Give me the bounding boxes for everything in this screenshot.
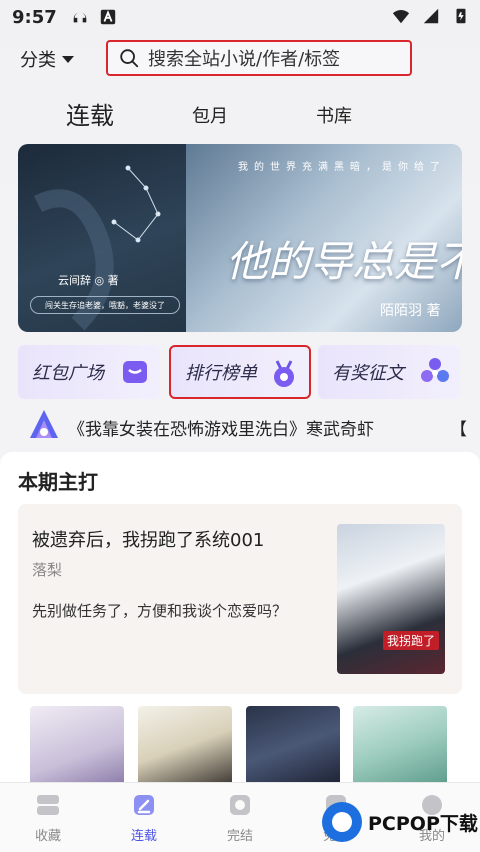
red-packet-icon	[123, 361, 147, 383]
status-right-icons	[392, 7, 470, 25]
banner-left-byline: 云间辞 ◎ 著	[58, 274, 119, 287]
book-cover[interactable]	[353, 706, 447, 786]
nav-label: 完结	[226, 829, 253, 844]
battery-icon	[456, 8, 466, 24]
ranking-medal-icon	[274, 360, 294, 387]
featured-book-author: 落梨	[32, 561, 63, 579]
ticker-next-text: 【	[450, 420, 467, 440]
nav-label: 连载	[130, 829, 157, 844]
category-label: 分类	[20, 50, 56, 71]
featured-book-title: 被遗弃后，我拐跑了系统001	[32, 530, 265, 551]
search-bar[interactable]: 搜索全站小说/作者/标签	[106, 40, 412, 76]
font-a-icon	[100, 9, 115, 25]
cover-badge: 我拐跑了	[382, 631, 439, 650]
category-dropdown[interactable]: 分类	[20, 46, 74, 72]
top-bar: 分类 搜索全站小说/作者/标签	[0, 40, 480, 80]
finished-book-icon	[230, 795, 250, 815]
wifi-icon	[392, 10, 410, 24]
featured-book-card[interactable]: 被遗弃后，我拐跑了系统001 落梨 先别做任务了，方便和我谈个恋爱吗？ 我拐跑了	[18, 504, 462, 694]
watermark-logo	[322, 802, 362, 842]
bookshelf-icon	[37, 795, 59, 815]
red-packet-button[interactable]: 红包广场	[18, 345, 160, 399]
banner-right-author: 陌陌羽 著	[380, 303, 441, 319]
shortcut-row: 红包广场 排行榜单 有奖征文	[18, 345, 462, 399]
book-cover[interactable]	[246, 706, 340, 786]
tab-serial[interactable]: 连载	[66, 96, 114, 131]
featured-book-cover: 我拐跑了	[337, 524, 445, 674]
signal-icon	[423, 8, 439, 24]
site-watermark: PCPOP下载	[322, 796, 480, 848]
book-cover[interactable]	[138, 706, 232, 786]
megaphone-icon	[30, 410, 58, 438]
status-left-icons	[71, 8, 117, 26]
essay-contest-button[interactable]: 有奖征文	[318, 345, 460, 399]
status-bar: 9:57	[0, 0, 480, 34]
nav-label: 收藏	[34, 829, 61, 844]
promo-banner[interactable]: 云间辞 ◎ 著 闯关生存追老婆，哦豁，老婆没了 我的世界充满黑暗，是你给了 他的…	[18, 144, 462, 332]
featured-section: 本期主打 被遗弃后，我拐跑了系统001 落梨 先别做任务了，方便和我谈个恋爱吗？…	[0, 452, 480, 786]
top-tabs: 连载 包月 书库	[0, 96, 480, 132]
featured-book-desc: 先别做任务了，方便和我谈个恋爱吗？	[32, 602, 288, 620]
banner-left-tag: 闯关生存追老婆，哦豁，老婆没了	[30, 296, 180, 314]
news-ticker[interactable]: 《我靠女装在恐怖游戏里洗白》寒武奇虾 【	[0, 408, 480, 444]
red-packet-label: 红包广场	[32, 363, 104, 384]
ranking-button[interactable]: 排行榜单	[169, 345, 311, 399]
banner-right-title: 他的导总是不	[226, 237, 462, 286]
tab-library[interactable]: 书库	[316, 102, 352, 128]
contest-flower-icon	[421, 358, 449, 382]
status-time: 9:57	[12, 6, 57, 28]
search-icon	[120, 49, 139, 68]
nav-serial[interactable]: 连载	[104, 791, 184, 847]
banner-right-tagline: 我的世界充满黑暗，是你给了	[238, 162, 446, 173]
book-cover[interactable]	[30, 706, 124, 786]
edit-icon	[134, 795, 154, 815]
essay-contest-label: 有奖征文	[332, 363, 404, 384]
banner-right-cover: 我的世界充满黑暗，是你给了 他的导总是不 陌陌羽 著	[186, 144, 462, 332]
ranking-label: 排行榜单	[185, 363, 257, 384]
nav-bookshelf[interactable]: 收藏	[8, 791, 88, 847]
caret-down-icon	[62, 55, 74, 63]
book-cover-row	[0, 706, 480, 786]
banner-left-cover: 云间辞 ◎ 著 闯关生存追老婆，哦豁，老婆没了	[18, 144, 186, 332]
watermark-text: PCPOP下载	[368, 812, 478, 835]
ticker-text: 《我靠女装在恐怖游戏里洗白》寒武奇虾	[68, 420, 374, 440]
section-title: 本期主打	[18, 470, 98, 494]
headphones-icon	[73, 12, 87, 23]
search-placeholder: 搜索全站小说/作者/标签	[148, 49, 341, 70]
tab-monthly[interactable]: 包月	[192, 102, 228, 128]
nav-finished[interactable]: 完结	[200, 791, 280, 847]
